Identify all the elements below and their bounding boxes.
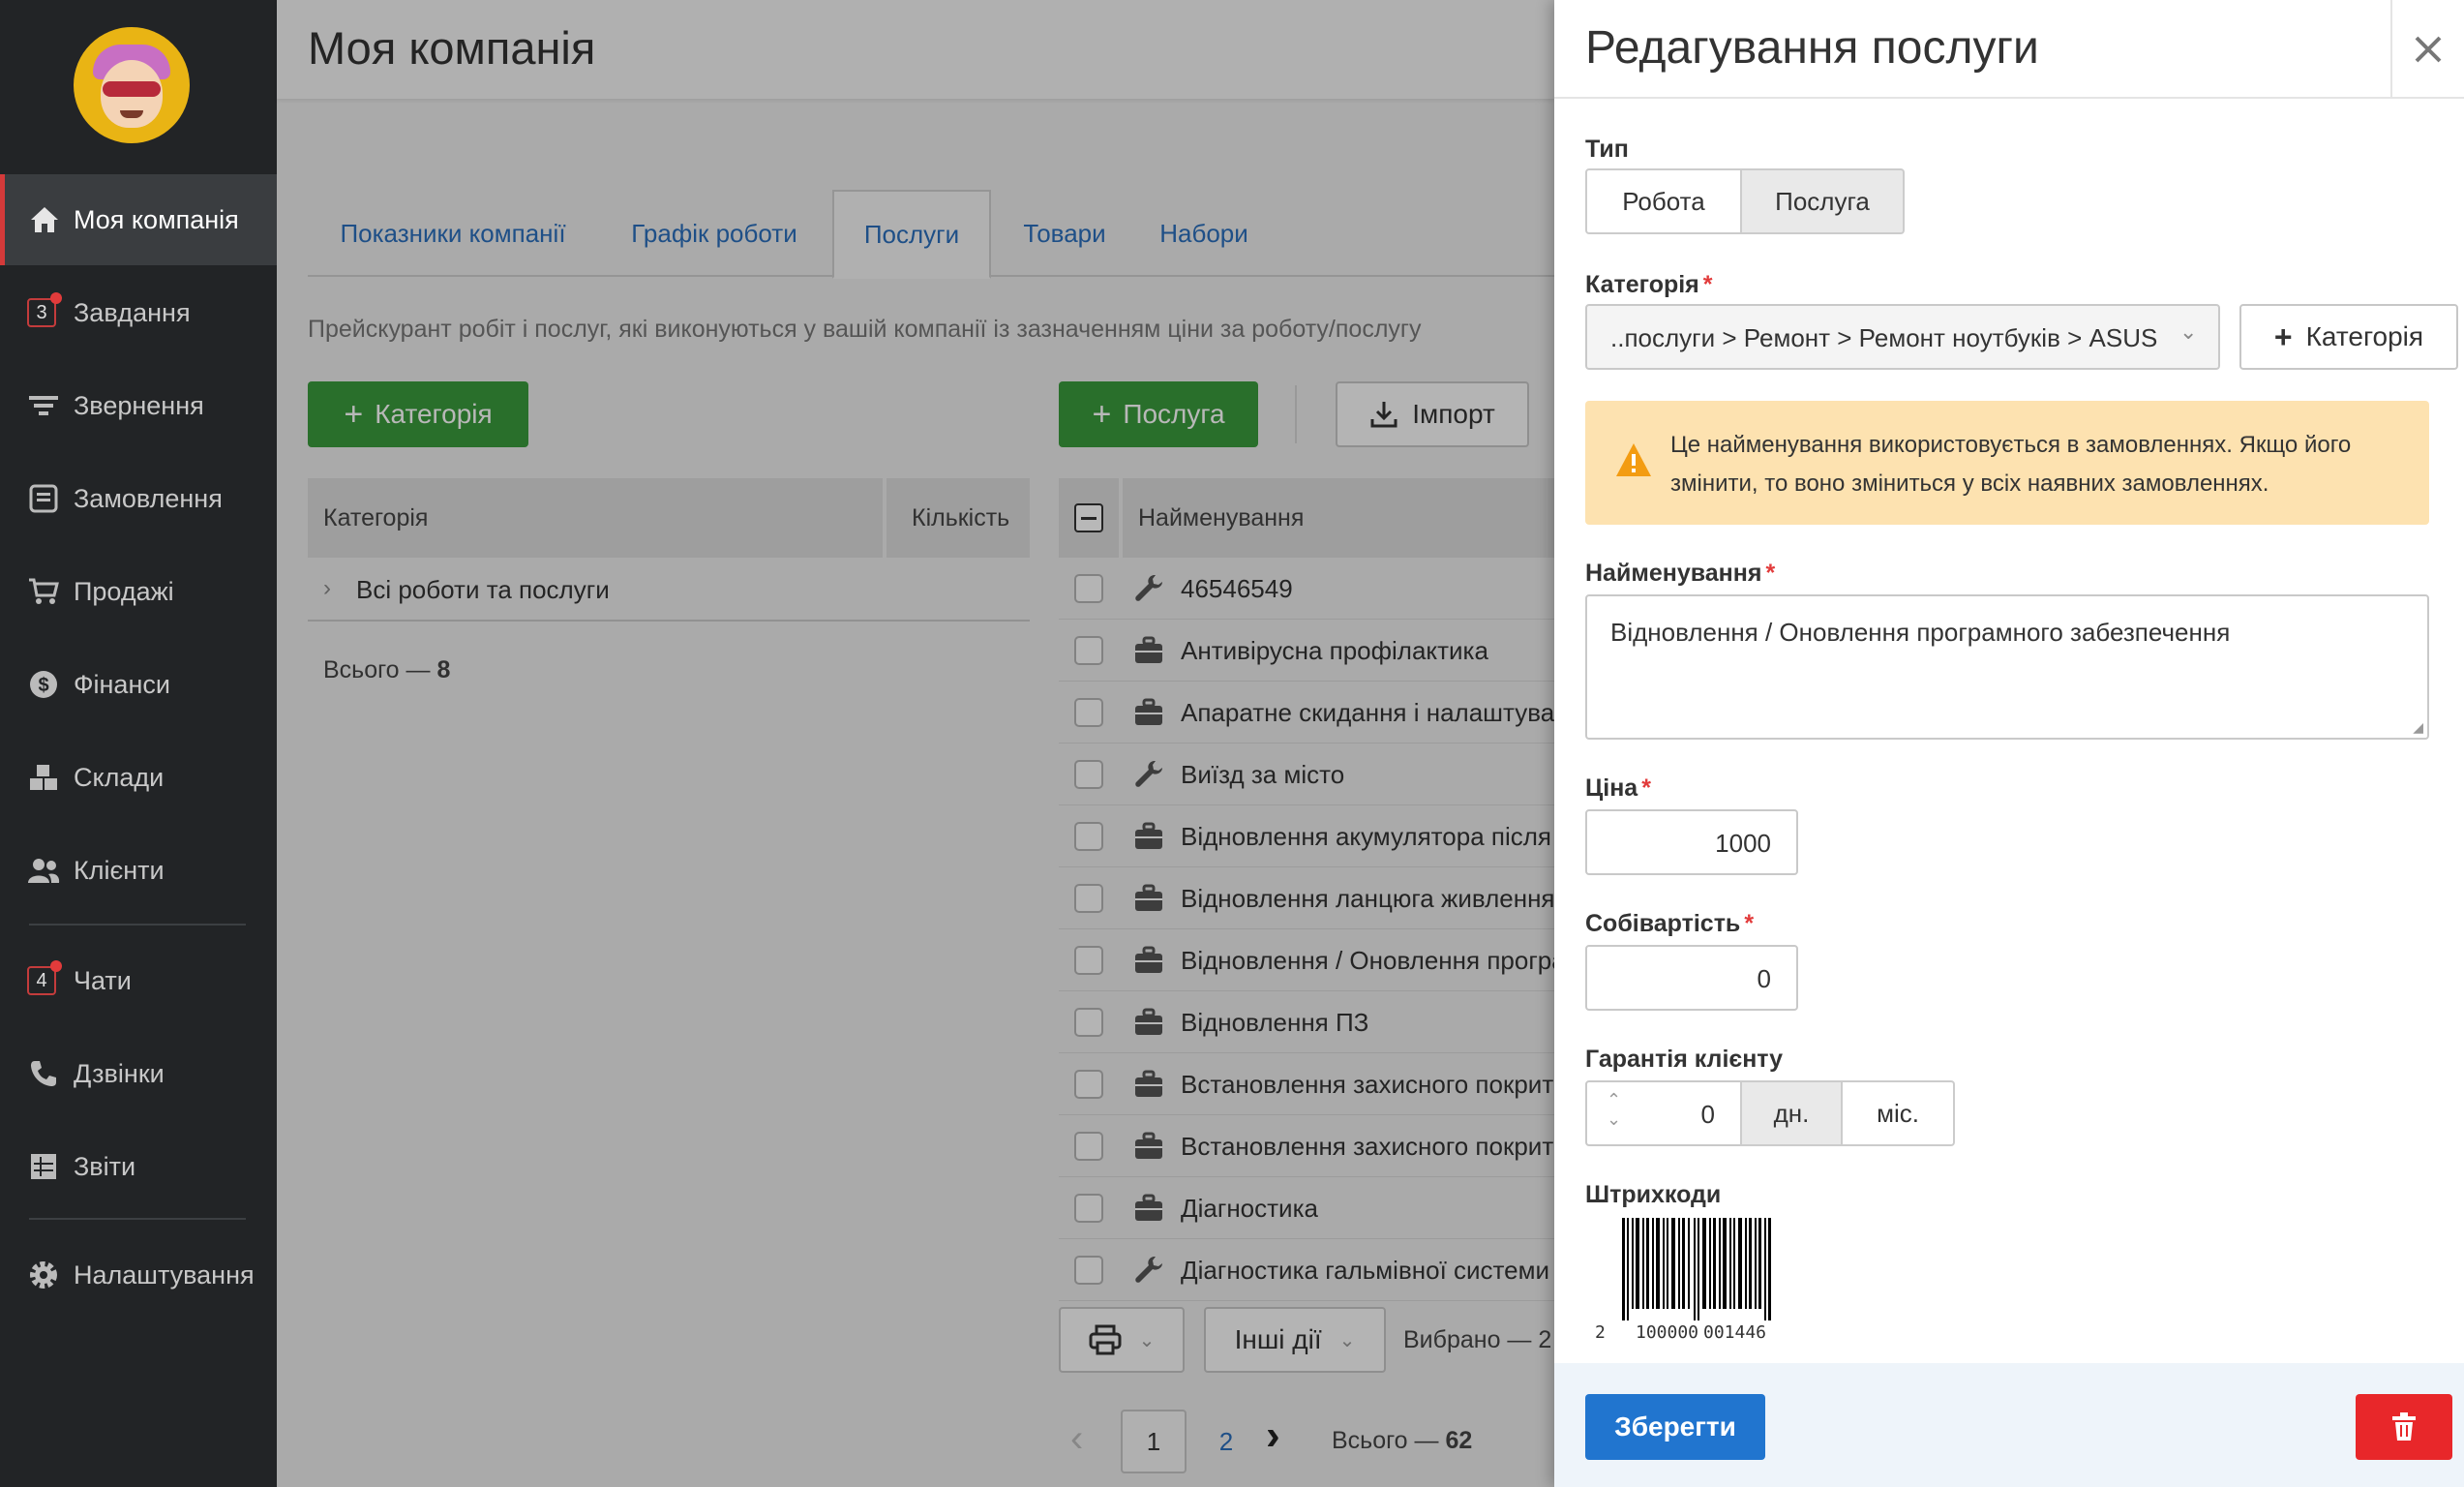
- sidebar-item-label: Продажі: [74, 576, 174, 606]
- panel-header: Редагування послуги: [1554, 0, 2464, 99]
- cost-input-value: 0: [1757, 964, 1771, 993]
- barcodes-label: Штрихкоди: [1585, 1181, 1722, 1208]
- add-category-label: Категорія: [2305, 321, 2424, 351]
- warranty-label: Гарантія клієнту: [1585, 1046, 1784, 1073]
- sidebar-item-label: Моя компанія: [74, 204, 239, 234]
- warning-banner: Це найменування використовується в замов…: [1585, 401, 2429, 525]
- sidebar-item-chats[interactable]: 4 Чати: [0, 935, 277, 1026]
- order-icon: [27, 482, 60, 515]
- sidebar-item-requests[interactable]: Звернення: [0, 360, 277, 451]
- chevron-down-icon: ⌄: [2179, 319, 2198, 344]
- price-label-text: Ціна: [1585, 774, 1638, 802]
- warning-text: Це найменування використовується в замов…: [1670, 432, 2352, 497]
- sidebar-divider: [29, 1218, 246, 1220]
- stepper-arrows-icon[interactable]: ⌃ ⌄: [1607, 1090, 1621, 1129]
- barcode-image: 2 100000 001446: [1585, 1214, 1808, 1346]
- sidebar-item-clients[interactable]: Клієнти: [0, 825, 277, 916]
- category-label: Категорія *: [1585, 271, 1713, 298]
- barcode-bars: [1622, 1218, 1771, 1320]
- name-label: Найменування *: [1585, 560, 1776, 587]
- sidebar-item-settings[interactable]: Налаштування: [0, 1229, 277, 1320]
- sidebar-item-label: Склади: [74, 762, 165, 792]
- warranty-unit-months[interactable]: міс.: [1841, 1080, 1955, 1146]
- warranty-value: 0: [1700, 1100, 1715, 1129]
- save-button[interactable]: Зберегти: [1585, 1394, 1765, 1460]
- panel-footer: Зберегти: [1554, 1363, 2464, 1487]
- sidebar-item-label: Чати: [74, 965, 132, 995]
- sidebar-item-label: Налаштування: [74, 1259, 255, 1290]
- close-button[interactable]: [2390, 0, 2464, 99]
- type-option-service[interactable]: Послуга: [1740, 168, 1905, 234]
- cart-icon: [27, 575, 60, 608]
- price-label: Ціна *: [1585, 774, 1651, 802]
- sidebar-item-label: Звіти: [74, 1151, 136, 1181]
- users-icon: [27, 854, 60, 887]
- sidebar-item-my-company[interactable]: Моя компанія: [0, 174, 277, 265]
- warning-icon: [1614, 441, 1653, 478]
- name-label-text: Найменування: [1585, 560, 1762, 587]
- chat-icon: 4: [27, 960, 62, 995]
- svg-text:$: $: [38, 675, 48, 696]
- sidebar-item-warehouses[interactable]: Склади: [0, 732, 277, 823]
- gear-icon: [27, 1259, 60, 1291]
- boxes-icon: [27, 761, 60, 794]
- home-icon: [28, 203, 61, 236]
- category-select[interactable]: ..послуги > Ремонт > Ремонт ноутбуків > …: [1585, 304, 2220, 370]
- sidebar-item-label: Замовлення: [74, 483, 223, 513]
- warranty-stepper[interactable]: ⌃ ⌄ 0: [1585, 1080, 1742, 1146]
- avatar[interactable]: [74, 27, 190, 143]
- barcode-digit-right: 001446: [1703, 1322, 1767, 1343]
- sidebar-item-label: Звернення: [74, 390, 204, 420]
- sidebar-item-label: Завдання: [74, 297, 191, 327]
- price-input-value: 1000: [1715, 829, 1771, 858]
- warranty-unit-days[interactable]: дн.: [1740, 1080, 1843, 1146]
- sidebar-item-sales[interactable]: Продажі: [0, 546, 277, 637]
- delete-button[interactable]: [2356, 1394, 2452, 1460]
- filter-icon: [27, 389, 60, 422]
- reports-icon: [27, 1150, 60, 1183]
- sidebar-divider: [29, 924, 246, 926]
- sidebar-item-label: Дзвінки: [74, 1058, 165, 1088]
- category-label-text: Категорія: [1585, 271, 1699, 298]
- sidebar-item-reports[interactable]: Звіти: [0, 1121, 277, 1212]
- panel-title: Редагування послуги: [1585, 22, 2039, 74]
- sidebar-item-label: Клієнти: [74, 855, 165, 885]
- type-label: Тип: [1585, 136, 1629, 163]
- dollar-icon: $: [27, 668, 60, 701]
- price-input[interactable]: 1000: [1585, 809, 1798, 875]
- sidebar-item-calls[interactable]: Дзвінки: [0, 1028, 277, 1119]
- cost-label-text: Собівартість: [1585, 910, 1741, 937]
- close-icon: [2414, 35, 2443, 64]
- name-textarea[interactable]: Відновлення / Оновлення програмного забе…: [1585, 594, 2429, 740]
- edit-service-panel: Редагування послуги Тип Робота Послуга К…: [1554, 0, 2464, 1487]
- sidebar-item-label: Фінанси: [74, 669, 170, 699]
- tasks-icon: 3: [27, 292, 62, 327]
- name-textarea-value: Відновлення / Оновлення програмного забе…: [1610, 618, 2231, 647]
- sidebar-item-orders[interactable]: Замовлення: [0, 453, 277, 544]
- cost-label: Собівартість *: [1585, 910, 1755, 937]
- category-select-value: ..послуги > Ремонт > Ремонт ноутбуків > …: [1610, 323, 2158, 352]
- sidebar: Моя компанія 3 Завдання Звернення Замовл…: [0, 0, 277, 1487]
- modal-overlay[interactable]: [277, 0, 1554, 1487]
- plus-icon: +: [2273, 319, 2293, 354]
- sidebar-item-tasks[interactable]: 3 Завдання: [0, 267, 277, 358]
- type-option-work[interactable]: Робота: [1585, 168, 1742, 234]
- sidebar-item-finance[interactable]: $ Фінанси: [0, 639, 277, 730]
- barcode-digit-left: 100000: [1636, 1322, 1699, 1343]
- trash-icon: [2390, 1411, 2418, 1442]
- add-category-button-panel[interactable]: + Категорія: [2239, 304, 2458, 370]
- resize-handle-icon[interactable]: ◢: [2413, 719, 2423, 736]
- barcode-digit-prefix: 2: [1595, 1322, 1606, 1343]
- phone-icon: [27, 1057, 60, 1090]
- cost-input[interactable]: 0: [1585, 945, 1798, 1011]
